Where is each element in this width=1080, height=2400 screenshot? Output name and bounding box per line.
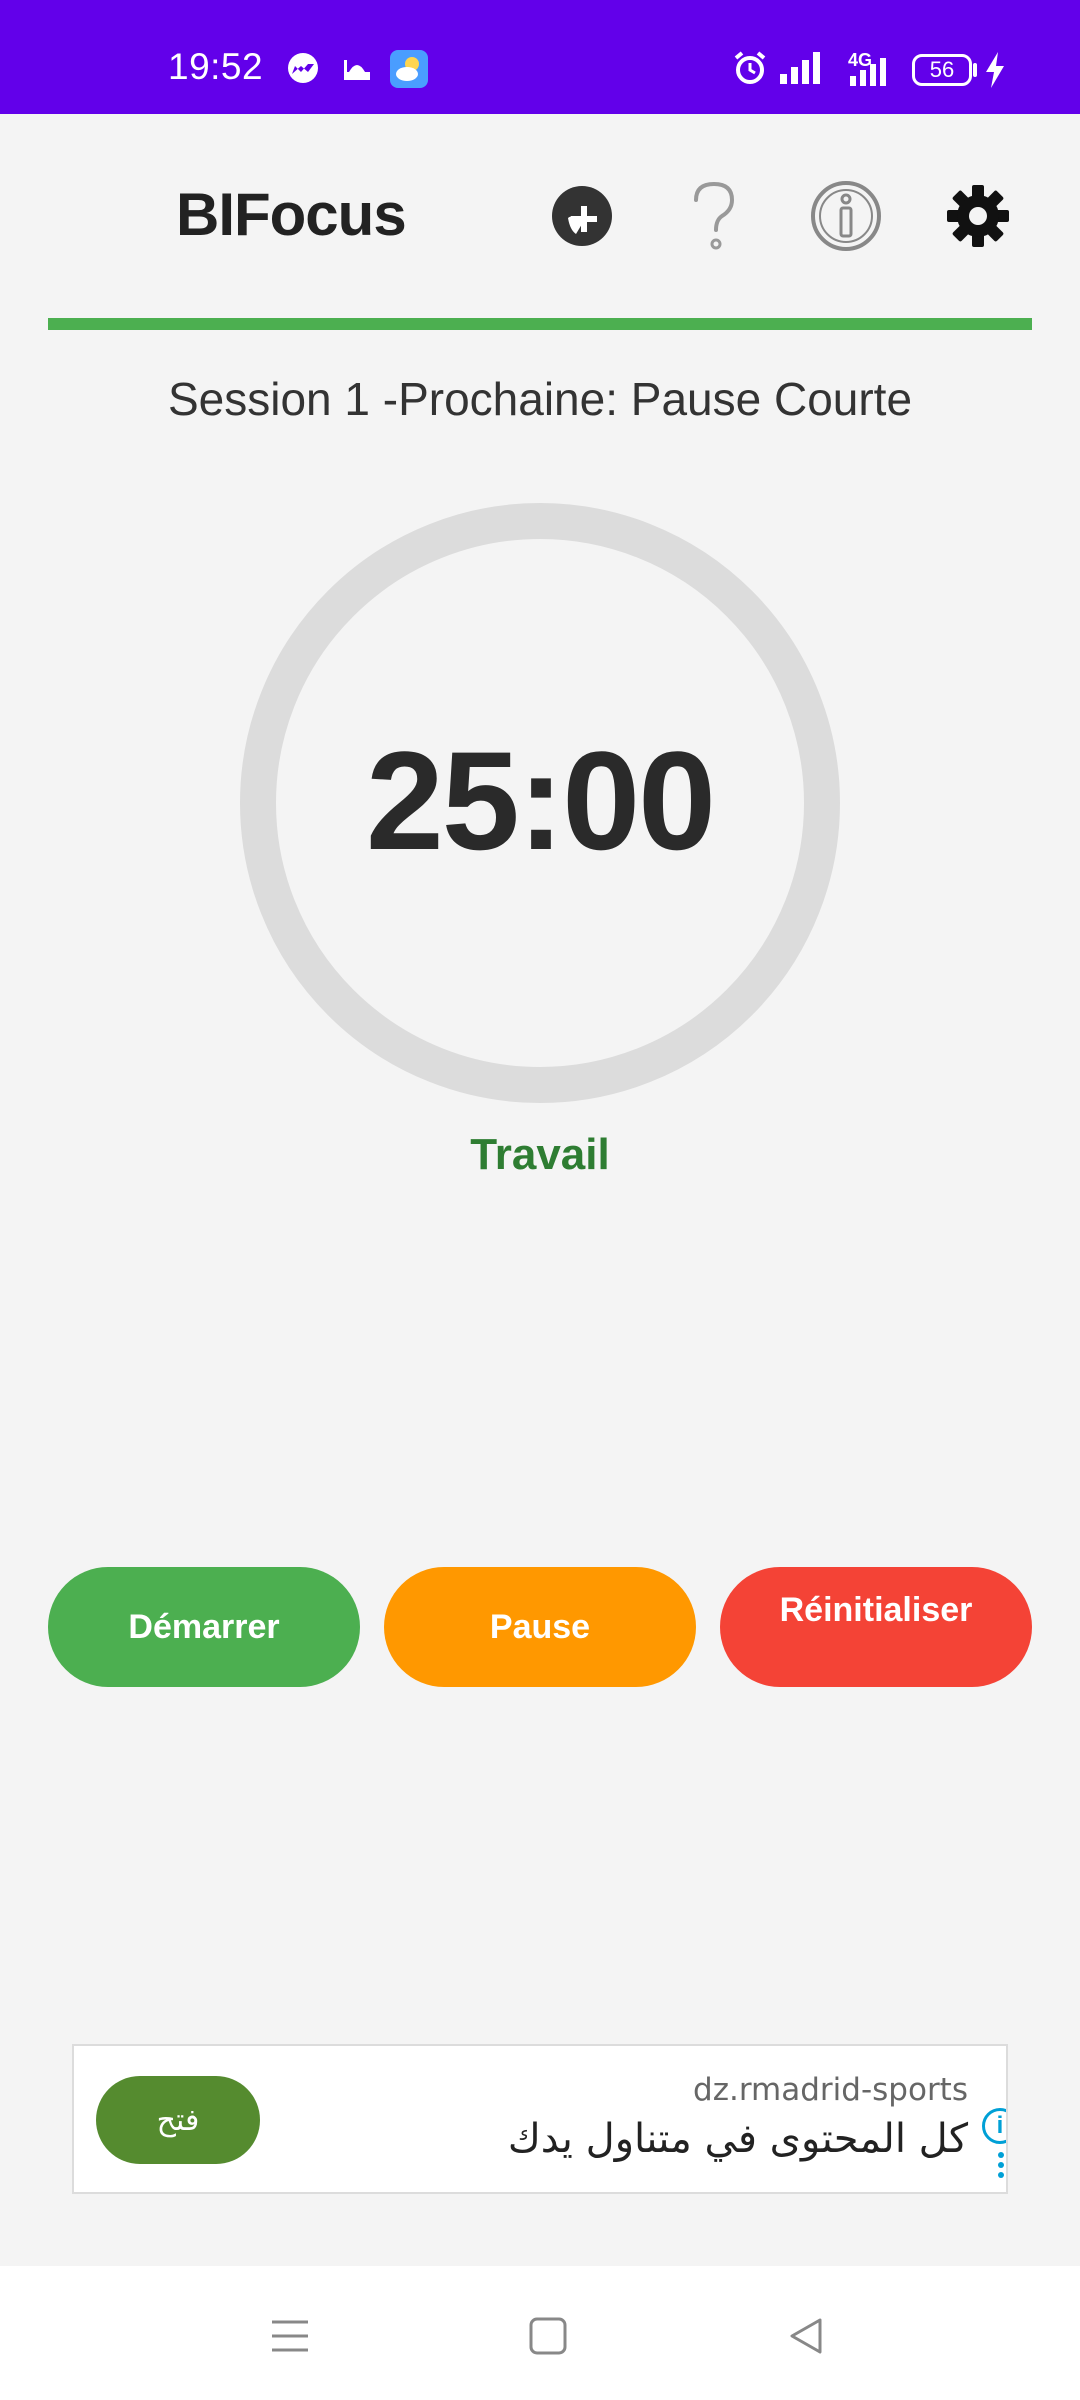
reset-button[interactable]: Réinitialiser xyxy=(720,1567,1032,1687)
add-task-icon xyxy=(552,186,612,246)
app-title: BIFocus xyxy=(176,181,407,248)
info-icon xyxy=(811,181,881,251)
pause-button[interactable]: Pause xyxy=(384,1567,696,1687)
start-button[interactable]: Démarrer xyxy=(48,1567,360,1687)
timer-mode-label: Travail xyxy=(470,1130,610,1179)
back-icon xyxy=(790,2318,822,2354)
battery-tip xyxy=(973,63,977,77)
charging-icon xyxy=(986,52,1004,88)
settings-button[interactable] xyxy=(940,178,1016,254)
menu-button[interactable] xyxy=(260,2306,320,2366)
messenger-icon xyxy=(288,53,318,83)
ad-headline: كل المحتوى في متناول يدك xyxy=(507,2116,968,2162)
ad-domain: dz.rmadrid-sports xyxy=(693,2072,968,2108)
session-label: Session 1 -Prochaine: Pause Courte xyxy=(167,373,913,425)
home-button[interactable] xyxy=(518,2306,578,2366)
navigation-bar xyxy=(0,2266,1080,2400)
weather-icon xyxy=(390,50,428,88)
info-button[interactable] xyxy=(808,178,884,254)
ad-options-icon[interactable] xyxy=(998,2152,1004,2182)
alarm-icon xyxy=(734,51,766,84)
help-button[interactable] xyxy=(676,178,752,254)
ad-banner[interactable]: فتح dz.rmadrid-sports كل المحتوى في متنا… xyxy=(72,2044,1008,2194)
add-task-button[interactable] xyxy=(544,178,620,254)
ad-info-icon[interactable]: i xyxy=(982,2108,1006,2144)
mosque-icon xyxy=(344,60,370,80)
session-progress-bar xyxy=(48,318,1032,330)
signal-4g-icon xyxy=(850,58,886,86)
settings-icon xyxy=(947,185,1009,247)
status-time: 19:52 xyxy=(168,46,264,87)
help-icon xyxy=(694,181,735,250)
status-bar: 19:52 4G 56 xyxy=(0,0,1080,114)
signal-icon xyxy=(780,52,820,84)
ad-open-button[interactable]: فتح xyxy=(96,2076,260,2164)
menu-icon xyxy=(272,2320,308,2352)
timer-display: 25:00 xyxy=(365,722,716,879)
back-button[interactable] xyxy=(776,2306,836,2366)
home-icon xyxy=(529,2317,567,2355)
battery-indicator: 56 xyxy=(912,54,972,86)
